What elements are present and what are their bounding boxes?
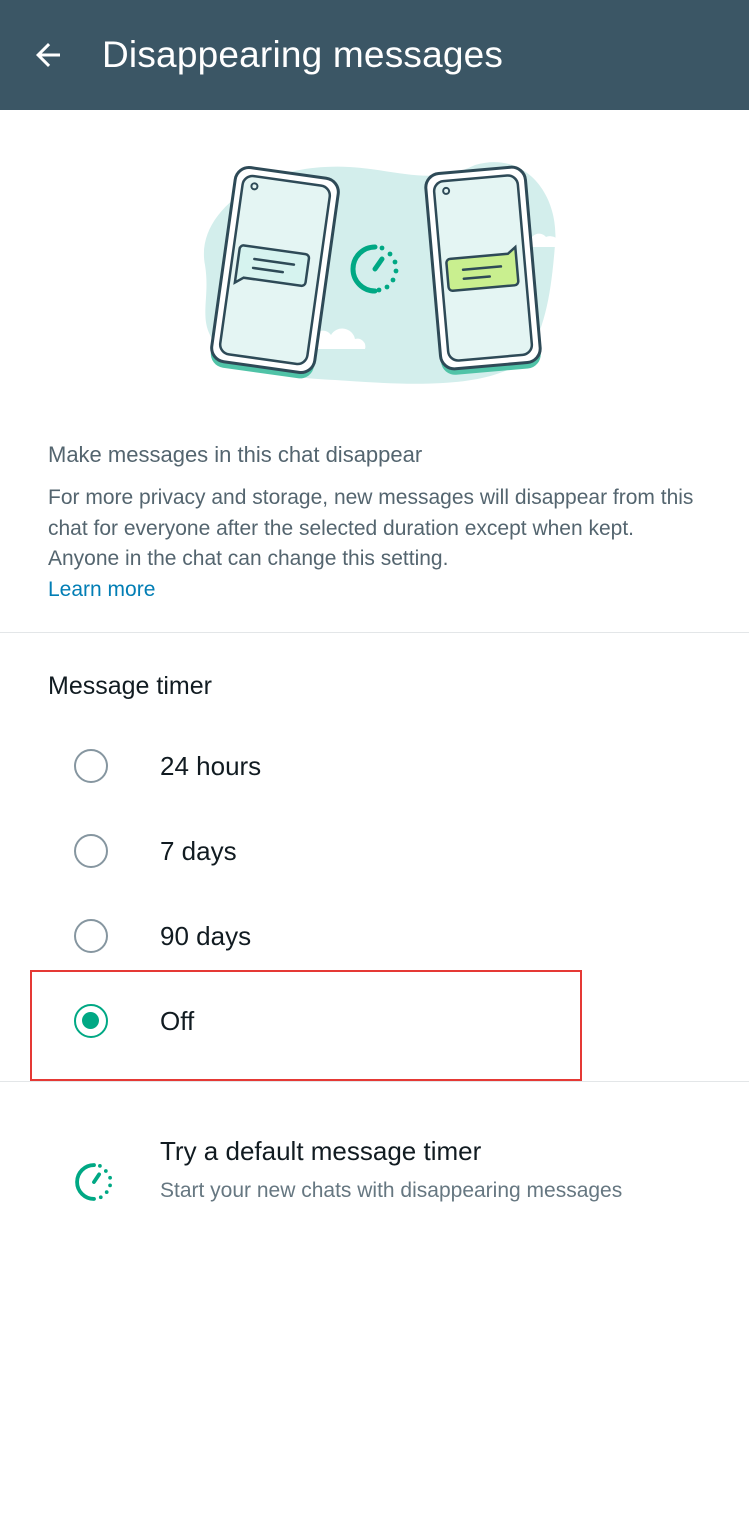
radio-button[interactable]	[74, 749, 108, 783]
learn-more-link[interactable]: Learn more	[48, 575, 155, 605]
radio-button-selected[interactable]	[74, 1004, 108, 1038]
intro-heading: Make messages in this chat disappear	[48, 442, 423, 467]
timer-icon	[75, 1163, 112, 1201]
option-label: Off	[160, 1006, 195, 1036]
timer-option-90-days[interactable]: 90 days	[48, 897, 588, 977]
intro-description: For more privacy and storage, new messag…	[48, 486, 694, 570]
disappearing-messages-screen: Disappearing messages Make messages in t…	[0, 0, 749, 1536]
page-title: Disappearing messages	[102, 34, 504, 75]
radio-button[interactable]	[74, 919, 108, 953]
default-timer-title: Try a default message timer	[160, 1136, 482, 1166]
default-timer-subtitle: Start your new chats with disappearing m…	[160, 1179, 623, 1202]
disappearing-messages-illustration	[203, 162, 561, 384]
divider	[0, 632, 749, 633]
right-phone	[424, 165, 542, 375]
timer-option-off[interactable]: Off	[48, 982, 588, 1062]
radio-button[interactable]	[74, 834, 108, 868]
default-timer-row[interactable]: Try a default message timer Start your n…	[0, 1120, 749, 1240]
option-label: 7 days	[160, 836, 237, 866]
message-timer-title: Message timer	[48, 672, 212, 700]
divider	[0, 1081, 749, 1082]
back-button[interactable]	[28, 33, 68, 77]
timer-option-7-days[interactable]: 7 days	[48, 812, 588, 892]
app-bar: Disappearing messages	[0, 0, 749, 110]
timer-option-24-hours[interactable]: 24 hours	[48, 727, 588, 807]
arrow-left-icon	[36, 43, 60, 67]
option-label: 24 hours	[160, 751, 262, 781]
option-label: 90 days	[160, 921, 252, 951]
